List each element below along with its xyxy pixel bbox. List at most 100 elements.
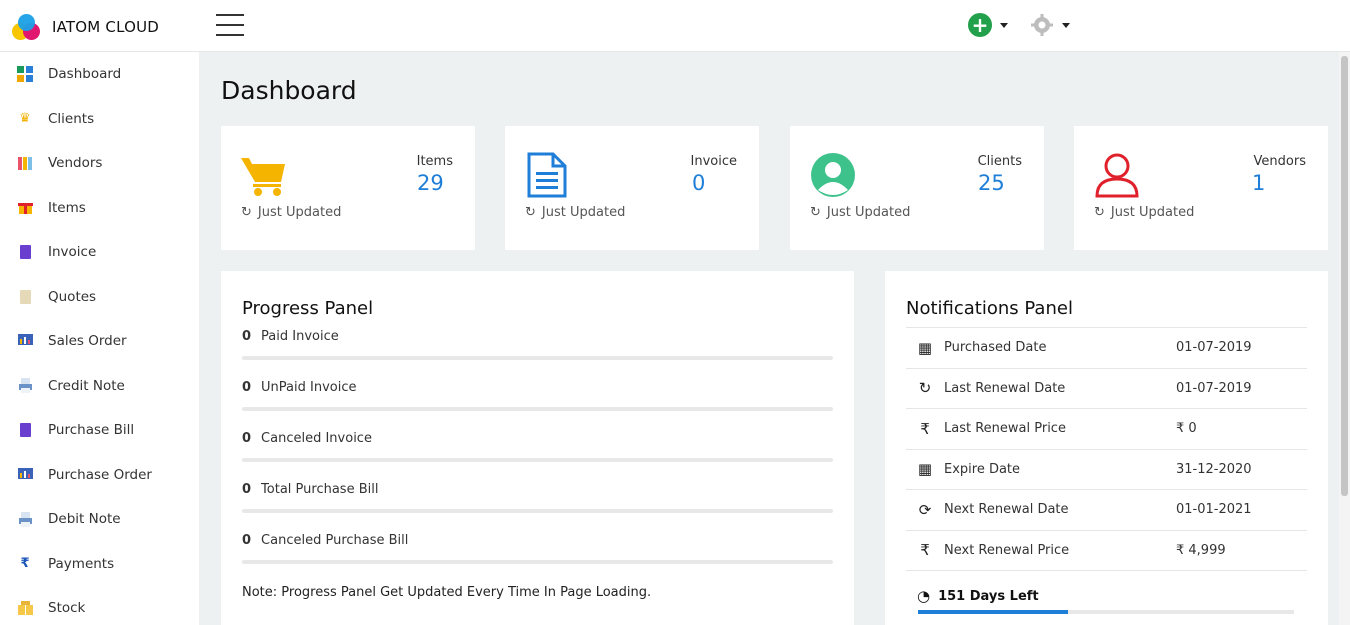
printer-icon	[17, 378, 33, 394]
sidebar-item-credit-note[interactable]: Credit Note	[0, 364, 199, 409]
page-scrollbar[interactable]	[1339, 52, 1350, 625]
add-new-dropdown[interactable]: +	[968, 13, 1008, 37]
stat-card-invoice[interactable]: Invoice 0 ↻ Just Updated	[505, 126, 759, 250]
progress-bar	[242, 560, 833, 564]
sidebar-item-payments[interactable]: ₹ Payments	[0, 542, 199, 587]
progress-row: 0 Paid Invoice	[242, 329, 833, 360]
progress-count: 0	[242, 431, 252, 446]
sidebar-item-clients[interactable]: ♛ Clients	[0, 97, 199, 142]
sidebar-item-label: Quotes	[48, 288, 97, 305]
top-bar: IATOM CLOUD +	[0, 0, 1350, 52]
sidebar-item-purchase-bill[interactable]: Purchase Bill	[0, 408, 199, 453]
chart-board-icon	[17, 333, 33, 349]
stat-value: 25	[978, 171, 1005, 195]
stat-label: Clients	[977, 154, 1022, 169]
brand[interactable]: IATOM CLOUD	[12, 12, 159, 42]
brand-name: IATOM CLOUD	[52, 18, 160, 36]
progress-bar	[242, 356, 833, 360]
notification-value: 01-01-2021	[1176, 502, 1252, 518]
sidebar-item-dashboard[interactable]: Dashboard	[0, 52, 199, 97]
panel-title: Notifications Panel	[906, 298, 1073, 319]
invoice-icon	[17, 244, 33, 260]
stat-footer-text: Just Updated	[1110, 205, 1195, 220]
sidebar-item-purchase-order[interactable]: Purchase Order	[0, 453, 199, 498]
settings-dropdown[interactable]	[1030, 13, 1070, 37]
progress-row: 0 Total Purchase Bill	[242, 482, 833, 513]
progress-panel: Progress Panel 0 Paid Invoice 0 UnPaid Inv…	[221, 271, 854, 625]
notifications-panel: Notifications Panel ▦ Purchased Date 01-…	[885, 271, 1328, 625]
refresh-icon: ↻	[918, 379, 932, 398]
sidebar-item-label: Credit Note	[48, 377, 125, 394]
refresh-icon: ↻	[241, 205, 252, 220]
refresh-icon: ↻	[810, 205, 821, 220]
top-actions: +	[968, 13, 1070, 37]
stat-label: Invoice	[690, 154, 737, 169]
sidebar-item-stock[interactable]: Stock	[0, 586, 199, 625]
progress-row: 0 UnPaid Invoice	[242, 380, 833, 411]
vendors-icon	[17, 155, 33, 171]
rupee-icon: ₹	[920, 419, 930, 438]
progress-count: 0	[242, 329, 252, 344]
notification-label: Next Renewal Date	[944, 502, 1069, 518]
refresh-icon: ↻	[525, 205, 536, 220]
stat-footer: ↻ Just Updated	[525, 205, 625, 220]
progress-bar	[242, 407, 833, 411]
stat-card-clients[interactable]: Clients 25 ↻ Just Updated	[790, 126, 1044, 250]
sidebar-item-label: Clients	[48, 110, 95, 127]
stock-icon	[17, 600, 33, 616]
stat-label: Vendors	[1253, 154, 1306, 169]
notification-value: 31-12-2020	[1176, 461, 1252, 477]
progress-row: 0 Canceled Purchase Bill	[242, 533, 833, 564]
user-outline-icon	[1095, 153, 1139, 198]
stat-footer: ↻ Just Updated	[810, 205, 910, 220]
sidebar-item-label: Debit Note	[48, 511, 121, 528]
gift-icon	[17, 200, 33, 216]
printer-icon	[17, 511, 33, 527]
hamburger-menu-icon[interactable]	[216, 14, 244, 36]
quotes-icon	[17, 289, 33, 305]
notification-label: Last Renewal Price	[944, 421, 1066, 437]
days-left-fill	[918, 610, 1069, 614]
purchase-bill-icon	[17, 422, 33, 438]
notification-row: ↻ Last Renewal Date 01-07-2019	[906, 369, 1307, 409]
notifications-table: ▦ Purchased Date 01-07-2019 ↻ Last Renew…	[906, 327, 1307, 571]
stat-footer: ↻ Just Updated	[1094, 205, 1194, 220]
sidebar-item-label: Payments	[48, 555, 115, 572]
sidebar-item-items[interactable]: Items	[0, 186, 199, 231]
stat-card-items[interactable]: Items 29 ↻ Just Updated	[221, 126, 475, 250]
speedometer-icon: ◔	[917, 587, 931, 605]
notification-row: ₹ Last Renewal Price ₹ 0	[906, 409, 1307, 450]
sidebar-item-label: Vendors	[48, 155, 103, 172]
plus-circle-icon: +	[968, 13, 992, 37]
notification-label: Purchased Date	[944, 340, 1047, 356]
notification-value: 01-07-2019	[1176, 340, 1252, 356]
sidebar-item-vendors[interactable]: Vendors	[0, 141, 199, 186]
notification-value: 01-07-2019	[1176, 380, 1252, 396]
scrollbar-thumb[interactable]	[1341, 56, 1348, 496]
sidebar-item-sales-order[interactable]: Sales Order	[0, 319, 199, 364]
sync-icon: ⟳	[918, 500, 932, 519]
progress-label: Canceled Purchase Bill	[261, 533, 409, 548]
days-left: ◔ 151 Days Left	[917, 587, 1039, 605]
progress-label: Paid Invoice	[261, 329, 339, 344]
progress-label: Total Purchase Bill	[261, 482, 379, 497]
sidebar-item-debit-note[interactable]: Debit Note	[0, 497, 199, 542]
notification-value: ₹ 4,999	[1176, 542, 1226, 558]
progress-bar	[242, 458, 833, 462]
chart-board-icon	[17, 467, 33, 483]
stat-card-vendors[interactable]: Vendors 1 ↻ Just Updated	[1074, 126, 1328, 250]
sidebar-item-invoice[interactable]: Invoice	[0, 230, 199, 275]
sidebar-item-label: Sales Order	[48, 333, 127, 350]
crown-icon: ♛	[19, 111, 31, 127]
progress-label: Canceled Invoice	[261, 431, 372, 446]
notification-label: Next Renewal Price	[944, 542, 1070, 558]
stat-footer-text: Just Updated	[541, 205, 626, 220]
notification-row: ▦ Expire Date 31-12-2020	[906, 450, 1307, 490]
stat-footer-text: Just Updated	[826, 205, 911, 220]
calendar-icon: ▦	[917, 338, 933, 357]
progress-note: Note: Progress Panel Get Updated Every T…	[242, 585, 652, 600]
notification-row: ₹ Next Renewal Price ₹ 4,999	[906, 531, 1307, 571]
progress-count: 0	[242, 380, 252, 395]
notification-value: ₹ 0	[1176, 421, 1197, 437]
sidebar-item-quotes[interactable]: Quotes	[0, 275, 199, 320]
